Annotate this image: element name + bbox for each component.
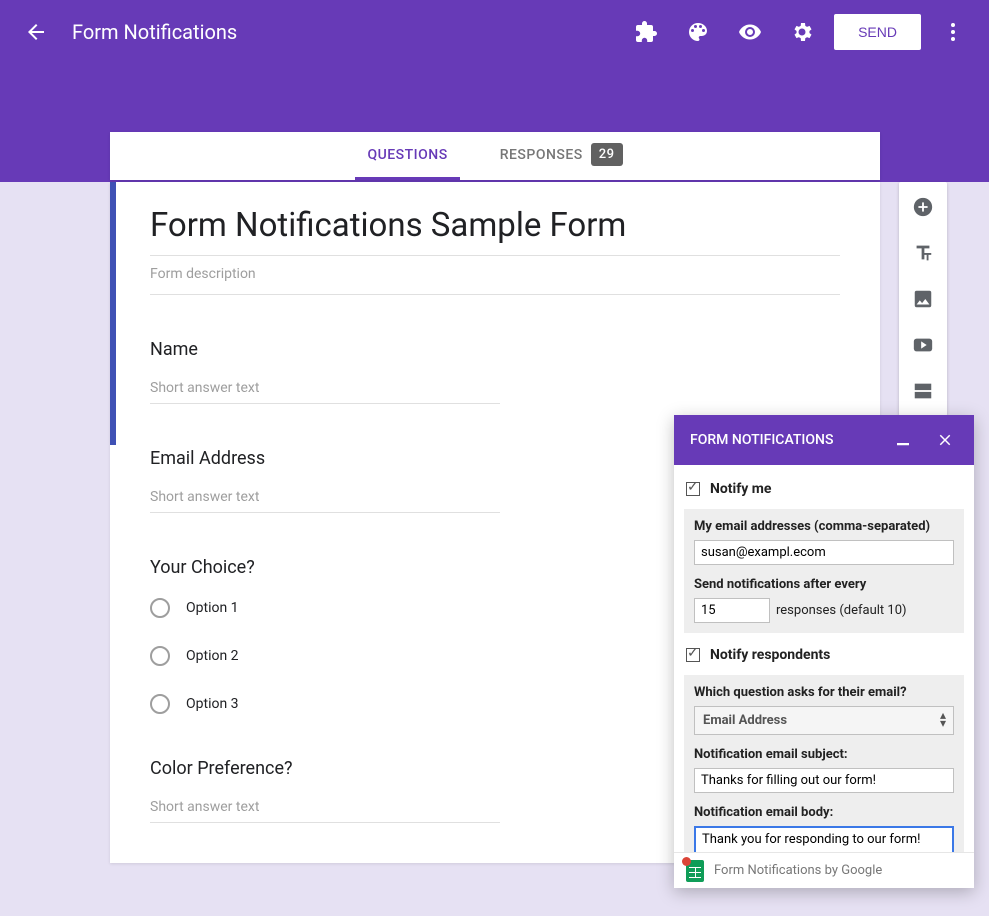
section-icon bbox=[912, 380, 934, 402]
checkbox-checked-icon bbox=[686, 648, 700, 662]
puzzle-icon bbox=[634, 20, 658, 44]
checkbox-checked-icon bbox=[686, 482, 700, 496]
addon-footer-text: Form Notifications by Google bbox=[714, 863, 882, 878]
radio-icon bbox=[150, 694, 170, 714]
addon-footer: Form Notifications by Google bbox=[674, 852, 974, 888]
send-after-input[interactable] bbox=[694, 598, 770, 623]
form-description-input[interactable]: Form description bbox=[150, 266, 840, 295]
addon-header: FORM NOTIFICATIONS bbox=[674, 415, 974, 465]
more-vert-icon bbox=[941, 20, 965, 44]
settings-button[interactable] bbox=[782, 12, 822, 52]
text-icon bbox=[912, 242, 934, 264]
app-header: Form Notifications SEND bbox=[0, 0, 989, 64]
notify-respondents-group: Which question asks for their email? Ema… bbox=[684, 675, 964, 852]
field-label: Notification email body: bbox=[694, 805, 954, 820]
field-label: Which question asks for their email? bbox=[694, 685, 954, 700]
back-button[interactable] bbox=[16, 12, 56, 52]
short-answer-placeholder: Short answer text bbox=[150, 489, 500, 513]
addon-sidebar: FORM NOTIFICATIONS Notify me My email ad… bbox=[674, 415, 974, 888]
arrow-back-icon bbox=[24, 20, 48, 44]
option-label: Option 3 bbox=[186, 696, 239, 712]
active-section-indicator bbox=[110, 182, 116, 445]
sheets-icon bbox=[686, 860, 704, 882]
checkbox-label: Notify me bbox=[710, 481, 771, 497]
notify-me-group: My email addresses (comma-separated) Sen… bbox=[684, 509, 964, 633]
tab-responses[interactable]: RESPONSES 29 bbox=[488, 132, 635, 180]
responses-count-badge: 29 bbox=[591, 143, 623, 166]
preview-button[interactable] bbox=[730, 12, 770, 52]
image-icon bbox=[912, 288, 934, 310]
plus-circle-icon bbox=[912, 196, 934, 218]
subject-input[interactable] bbox=[694, 768, 954, 793]
option-label: Option 2 bbox=[186, 648, 239, 664]
addon-scroll-area[interactable]: Notify me My email addresses (comma-sepa… bbox=[674, 465, 974, 852]
notification-badge-icon bbox=[682, 857, 691, 866]
field-label: Notification email subject: bbox=[694, 747, 954, 762]
addons-button[interactable] bbox=[626, 12, 666, 52]
question-title: Name bbox=[150, 339, 840, 360]
field-label: My email addresses (comma-separated) bbox=[694, 519, 954, 534]
tabs-bar: QUESTIONS RESPONSES 29 bbox=[110, 132, 880, 180]
header-actions: SEND bbox=[626, 12, 973, 52]
field-label: Send notifications after every bbox=[694, 577, 954, 592]
minimize-button[interactable] bbox=[890, 427, 916, 453]
gear-icon bbox=[790, 20, 814, 44]
eye-icon bbox=[738, 20, 762, 44]
minimize-icon bbox=[894, 431, 912, 449]
close-button[interactable] bbox=[932, 427, 958, 453]
question-name[interactable]: Name Short answer text bbox=[150, 339, 840, 404]
short-answer-placeholder: Short answer text bbox=[150, 380, 500, 404]
select-arrows-icon: ▴▾ bbox=[940, 711, 946, 727]
close-icon bbox=[936, 431, 954, 449]
option-label: Option 1 bbox=[186, 600, 239, 616]
add-section-button[interactable] bbox=[912, 380, 934, 402]
radio-icon bbox=[150, 646, 170, 666]
send-button[interactable]: SEND bbox=[834, 14, 921, 50]
palette-icon bbox=[686, 20, 710, 44]
add-video-button[interactable] bbox=[912, 334, 934, 356]
addon-title: FORM NOTIFICATIONS bbox=[690, 432, 874, 448]
emails-input[interactable] bbox=[694, 540, 954, 565]
tab-questions[interactable]: QUESTIONS bbox=[355, 132, 459, 180]
more-button[interactable] bbox=[933, 12, 973, 52]
video-icon bbox=[912, 334, 934, 356]
radio-icon bbox=[150, 598, 170, 618]
page-title: Form Notifications bbox=[72, 20, 626, 44]
field-suffix: responses (default 10) bbox=[776, 603, 907, 618]
tab-label: QUESTIONS bbox=[367, 147, 447, 163]
checkbox-label: Notify respondents bbox=[710, 647, 830, 663]
notify-me-checkbox[interactable]: Notify me bbox=[684, 481, 964, 497]
form-title-input[interactable]: Form Notifications Sample Form bbox=[150, 206, 840, 256]
palette-button[interactable] bbox=[678, 12, 718, 52]
question-toolbar bbox=[899, 182, 947, 416]
add-image-button[interactable] bbox=[912, 288, 934, 310]
notify-respondents-checkbox[interactable]: Notify respondents bbox=[684, 647, 964, 663]
body-textarea[interactable] bbox=[694, 826, 954, 852]
addon-body: Notify me My email addresses (comma-sepa… bbox=[674, 465, 974, 852]
add-title-button[interactable] bbox=[912, 242, 934, 264]
tab-label: RESPONSES bbox=[500, 147, 583, 163]
short-answer-placeholder: Short answer text bbox=[150, 799, 500, 823]
email-question-select[interactable]: Email Address bbox=[694, 706, 954, 735]
add-question-button[interactable] bbox=[912, 196, 934, 218]
